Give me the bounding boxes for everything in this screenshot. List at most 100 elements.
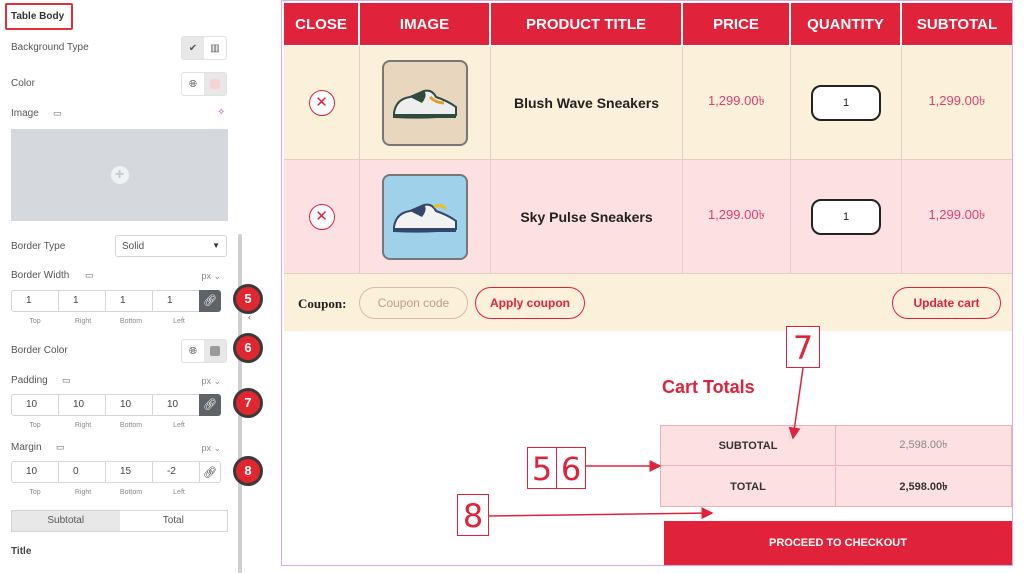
padding-label: Padding bbox=[11, 375, 48, 386]
image-label: Image bbox=[11, 108, 39, 119]
annotation-label-7: 7 bbox=[786, 326, 820, 368]
padding-left[interactable]: 10 bbox=[152, 394, 200, 416]
link-icon[interactable]: 🔗︎ bbox=[199, 461, 221, 483]
border-width-right[interactable]: 1 bbox=[58, 290, 106, 312]
remove-item-icon[interactable]: ✕ bbox=[308, 89, 335, 116]
title-label: Title bbox=[11, 546, 32, 557]
header-close: CLOSE bbox=[284, 3, 360, 45]
margin-dim-labels: Top Right Bottom Left bbox=[11, 489, 203, 496]
padding-bottom[interactable]: 10 bbox=[105, 394, 153, 416]
monitor-icon[interactable]: ▭ bbox=[85, 270, 94, 281]
border-color-label: Border Color bbox=[11, 345, 68, 356]
border-color-swatch-button[interactable] bbox=[204, 340, 226, 362]
product-thumbnail[interactable] bbox=[382, 173, 468, 260]
image-cell bbox=[360, 46, 491, 160]
price-cell: 1,299.00৳ bbox=[683, 46, 791, 160]
dim-label-top: Top bbox=[29, 422, 41, 429]
header-quantity: QUANTITY bbox=[791, 3, 902, 45]
product-thumbnail[interactable] bbox=[382, 59, 468, 146]
coupon-row: Coupon: Coupon code Apply coupon Update … bbox=[284, 274, 1012, 331]
border-width-left[interactable]: 1 bbox=[152, 290, 200, 312]
dim-label-bottom: Bottom bbox=[119, 489, 143, 496]
border-type-select[interactable]: Solid ▼ bbox=[115, 235, 227, 257]
product-price: 1,299.00৳ bbox=[707, 207, 766, 222]
update-cart-button[interactable]: Update cart bbox=[892, 287, 1001, 319]
product-price: 1,299.00৳ bbox=[707, 93, 766, 108]
dim-label-left: Left bbox=[173, 489, 185, 496]
header-subtotal: SUBTOTAL bbox=[902, 3, 1012, 45]
table-row: ✕ Blush Wave Sneakers 1,299.00৳ 1 1,299.… bbox=[284, 46, 1012, 160]
link-icon[interactable]: 🔗︎ bbox=[199, 394, 221, 416]
brush-icon[interactable]: ✔ bbox=[182, 37, 204, 59]
coupon-label: Coupon: bbox=[298, 296, 347, 311]
price-cell: 1,299.00৳ bbox=[683, 160, 791, 274]
dim-label-bottom: Bottom bbox=[119, 422, 143, 429]
annotation-label-5: 5 bbox=[527, 447, 557, 489]
cart-widget: CLOSE IMAGE PRODUCT TITLE PRICE QUANTITY… bbox=[281, 0, 1013, 566]
margin-inputs: 10 0 15 -2 🔗︎ bbox=[11, 461, 221, 483]
coupon-code-input[interactable]: Coupon code bbox=[359, 287, 468, 319]
totals-subtotal-label: SUBTOTAL bbox=[661, 426, 836, 465]
table-row: ✕ Sky Pulse Sneakers 1,299.00৳ 1 1,299.0… bbox=[284, 160, 1012, 274]
dim-label-right: Right bbox=[74, 489, 92, 496]
apply-coupon-button[interactable]: Apply coupon bbox=[475, 287, 585, 319]
globe-icon[interactable]: 🌐︎ bbox=[182, 73, 204, 95]
step-badge-7: 7 bbox=[233, 388, 263, 418]
proceed-to-checkout-button[interactable]: PROCEED TO CHECKOUT bbox=[664, 521, 1012, 565]
close-cell: ✕ bbox=[284, 160, 360, 274]
cart-table-header: CLOSE IMAGE PRODUCT TITLE PRICE QUANTITY… bbox=[284, 3, 1012, 45]
add-image-icon[interactable]: + bbox=[110, 166, 129, 184]
margin-label: Margin bbox=[11, 442, 42, 453]
gradient-icon[interactable]: ▥ bbox=[204, 37, 226, 59]
totals-row-total: TOTAL 2,598.00৳ bbox=[661, 467, 1011, 507]
tab-total[interactable]: Total bbox=[120, 511, 228, 531]
header-product-title: PRODUCT TITLE bbox=[491, 3, 683, 45]
product-title[interactable]: Sky Pulse Sneakers bbox=[520, 209, 652, 225]
section-title: Table Body bbox=[11, 11, 65, 22]
border-width-bottom[interactable]: 1 bbox=[105, 290, 153, 312]
monitor-icon[interactable]: ▭ bbox=[53, 108, 62, 119]
step-badge-6: 6 bbox=[233, 333, 263, 363]
margin-left[interactable]: -2 bbox=[152, 461, 200, 483]
padding-right[interactable]: 10 bbox=[58, 394, 106, 416]
sneaker-icon bbox=[393, 203, 457, 233]
padding-dim-labels: Top Right Bottom Left bbox=[11, 422, 203, 429]
globe-icon[interactable]: 🌐︎ bbox=[182, 340, 204, 362]
tab-subtotal[interactable]: Subtotal bbox=[12, 511, 120, 531]
border-width-top[interactable]: 1 bbox=[11, 290, 59, 312]
margin-bottom[interactable]: 15 bbox=[105, 461, 153, 483]
quantity-cell: 1 bbox=[791, 46, 902, 160]
title-cell: Blush Wave Sneakers bbox=[491, 46, 683, 160]
totals-total-value: 2,598.00৳ bbox=[899, 480, 948, 493]
background-type-toggle: ✔ ▥ bbox=[181, 36, 227, 60]
border-type-label: Border Type bbox=[11, 241, 66, 252]
margin-top[interactable]: 10 bbox=[11, 461, 59, 483]
ai-sparkle-icon[interactable]: ✧ bbox=[217, 107, 225, 118]
margin-right[interactable]: 0 bbox=[58, 461, 106, 483]
monitor-icon[interactable]: ▭ bbox=[56, 442, 65, 453]
color-swatch bbox=[210, 79, 220, 89]
dim-label-top: Top bbox=[29, 318, 41, 325]
sneaker-icon bbox=[393, 89, 457, 119]
remove-item-icon[interactable]: ✕ bbox=[308, 203, 335, 230]
color-label: Color bbox=[11, 78, 35, 89]
padding-top[interactable]: 10 bbox=[11, 394, 59, 416]
padding-unit[interactable]: px ⌄ bbox=[201, 376, 221, 387]
dim-label-bottom: Bottom bbox=[119, 318, 143, 325]
color-swatch-button[interactable] bbox=[204, 73, 226, 95]
margin-unit[interactable]: px ⌄ bbox=[201, 443, 221, 454]
step-badge-5: 5 bbox=[233, 284, 263, 314]
border-color-swatch bbox=[210, 346, 220, 356]
border-width-unit[interactable]: px ⌄ bbox=[201, 271, 221, 282]
image-placeholder[interactable]: + bbox=[11, 129, 228, 221]
row-subtotal: 1,299.00৳ bbox=[928, 93, 986, 108]
quantity-input[interactable]: 1 bbox=[811, 198, 881, 235]
monitor-icon[interactable]: ▭ bbox=[62, 375, 71, 386]
link-icon[interactable]: 🔗︎ bbox=[199, 290, 221, 312]
image-cell bbox=[360, 160, 491, 274]
product-title[interactable]: Blush Wave Sneakers bbox=[514, 95, 659, 111]
border-width-inputs: 1 1 1 1 🔗︎ bbox=[11, 290, 221, 312]
totals-row-subtotal: SUBTOTAL 2,598.00৳ bbox=[661, 426, 1011, 466]
totals-subtotal-value: 2,598.00৳ bbox=[899, 439, 948, 451]
quantity-input[interactable]: 1 bbox=[811, 84, 881, 121]
